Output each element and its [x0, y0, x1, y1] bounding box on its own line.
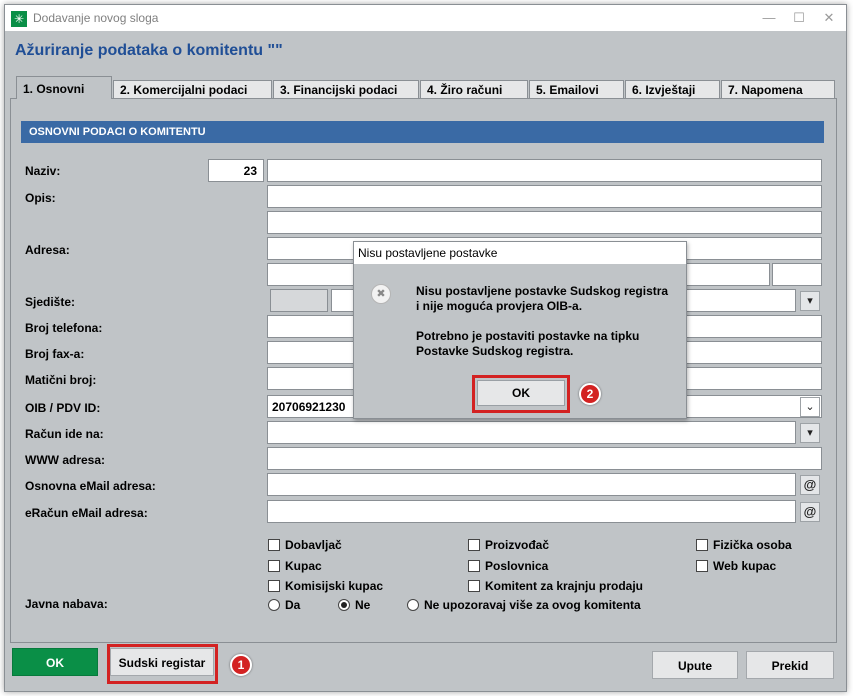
label-telefon: Broj telefona: [25, 321, 103, 335]
page-title: Ažuriranje podataka o komitentu "" [15, 42, 283, 59]
ok-button[interactable]: OK [12, 648, 98, 676]
dialog-message-line: Nisu postavljene postavke Sudskog regist… [416, 284, 669, 298]
radio-ne[interactable]: Ne [338, 598, 370, 612]
sjediste-postcode-field[interactable] [270, 289, 328, 312]
checkbox-label: Web kupac [713, 559, 777, 573]
checkbox-label: Poslovnica [485, 559, 549, 573]
tab-osnovni[interactable]: 1. Osnovni [16, 76, 112, 99]
radio-da[interactable]: Da [268, 598, 300, 612]
checkbox-box[interactable] [696, 539, 708, 551]
upute-button[interactable]: Upute [652, 651, 738, 679]
label-adresa: Adresa: [25, 243, 70, 257]
checkbox-label: Proizvođač [485, 538, 550, 552]
checkbox-label: Kupac [285, 559, 322, 573]
minimize-icon[interactable]: — [759, 9, 779, 27]
label-oib: OIB / PDV ID: [25, 401, 101, 415]
close-icon[interactable]: ✕ [819, 9, 839, 27]
checkbox-box[interactable] [468, 580, 480, 592]
checkbox-box[interactable] [468, 560, 480, 572]
tab-izvjestaji[interactable]: 6. Izvještaji [625, 80, 720, 99]
dialog-message: Nisu postavljene postavke Sudskog regist… [416, 284, 668, 359]
racun-ide-field[interactable] [267, 421, 796, 444]
label-email: Osnovna eMail adresa: [25, 479, 156, 493]
dialog-message-line: Postavke Sudskog registra. [416, 344, 574, 358]
radio-label: Ne upozoravaj više za ovog komitenta [424, 598, 641, 612]
radio-dot[interactable] [268, 599, 280, 611]
checkbox-poslovnica[interactable]: Poslovnica [468, 559, 548, 573]
radio-dot[interactable] [407, 599, 419, 611]
checkbox-box[interactable] [268, 560, 280, 572]
checkbox-dobavljac[interactable]: Dobavljač [268, 538, 342, 552]
checkbox-kupac[interactable]: Kupac [268, 559, 322, 573]
checkbox-box[interactable] [268, 580, 280, 592]
checkbox-fizicka-osoba[interactable]: Fizička osoba [696, 538, 792, 552]
app-icon: ✳ [11, 11, 27, 27]
www-field[interactable] [267, 447, 822, 470]
radio-dot-selected[interactable] [338, 599, 350, 611]
email-at-icon[interactable]: @ [800, 475, 820, 495]
eracun-email-at-icon[interactable]: @ [800, 502, 820, 522]
label-naziv: Naziv: [25, 164, 61, 178]
checkbox-label: Fizička osoba [713, 538, 792, 552]
maximize-icon[interactable]: ☐ [789, 9, 809, 27]
label-fax: Broj fax-a: [25, 347, 85, 361]
error-icon: ✖ [371, 284, 391, 304]
label-maticni: Matični broj: [25, 373, 97, 387]
label-opis: Opis: [25, 191, 56, 205]
racun-ide-dropdown-icon[interactable]: ▾ [800, 423, 820, 443]
label-eracun-email: eRačun eMail adresa: [25, 506, 148, 520]
radio-label: Da [285, 598, 301, 612]
title-bar: ✳ Dodavanje novog sloga — ☐ ✕ [5, 5, 846, 31]
label-racun-ide: Račun ide na: [25, 427, 104, 441]
checkbox-web-kupac[interactable]: Web kupac [696, 559, 776, 573]
highlight-box-1 [107, 644, 218, 684]
prekid-button[interactable]: Prekid [746, 651, 834, 679]
checkbox-label: Komitent za krajnju prodaju [485, 579, 644, 593]
window-title: Dodavanje novog sloga [33, 11, 159, 25]
checkbox-box[interactable] [468, 539, 480, 551]
step-badge-2: 2 [579, 383, 601, 405]
checkbox-box[interactable] [696, 560, 708, 572]
eracun-email-field[interactable] [267, 500, 796, 523]
radio-label: Ne [355, 598, 371, 612]
checkbox-label: Komisijski kupac [285, 579, 384, 593]
dialog-message-line: Potrebno je postaviti postavke na tipku [416, 329, 640, 343]
highlight-box-2 [472, 375, 570, 413]
tab-emailovi[interactable]: 5. Emailovi [529, 80, 624, 99]
oib-chevron-icon[interactable]: ⌄ [800, 397, 820, 417]
section-header: OSNOVNI PODACI O KOMITENTU [21, 121, 824, 143]
email-field[interactable] [267, 473, 796, 496]
sjediste-dropdown-icon[interactable]: ▾ [800, 291, 820, 311]
label-javna-nabava: Javna nabava: [25, 597, 108, 611]
checkbox-box[interactable] [268, 539, 280, 551]
checkbox-proizvodac[interactable]: Proizvođač [468, 538, 549, 552]
checkbox-komisijski-kupac[interactable]: Komisijski kupac [268, 579, 383, 593]
tab-komercijalni[interactable]: 2. Komercijalni podaci [113, 80, 272, 99]
label-sjediste: Sjedište: [25, 295, 76, 309]
opis-field-1[interactable] [267, 185, 822, 208]
checkbox-komitent-krajnja-prodaja[interactable]: Komitent za krajnju prodaju [468, 579, 643, 593]
label-www: WWW adresa: [25, 453, 106, 467]
step-badge-1: 1 [230, 654, 252, 676]
tab-napomena[interactable]: 7. Napomena [721, 80, 835, 99]
naziv-field[interactable] [267, 159, 822, 182]
naziv-code-field[interactable]: 23 [208, 159, 264, 182]
radio-ne-upozoravaj[interactable]: Ne upozoravaj više za ovog komitenta [407, 598, 641, 612]
dialog-message-line: i nije moguća provjera OIB-a. [416, 299, 583, 313]
tab-ziro-racuni[interactable]: 4. Žiro računi [420, 80, 528, 99]
tab-financijski[interactable]: 3. Financijski podaci [273, 80, 419, 99]
opis-field-2[interactable] [267, 211, 822, 234]
checkbox-label: Dobavljač [285, 538, 342, 552]
adresa-field-3[interactable] [772, 263, 822, 286]
dialog-title: Nisu postavljene postavke [354, 242, 686, 264]
